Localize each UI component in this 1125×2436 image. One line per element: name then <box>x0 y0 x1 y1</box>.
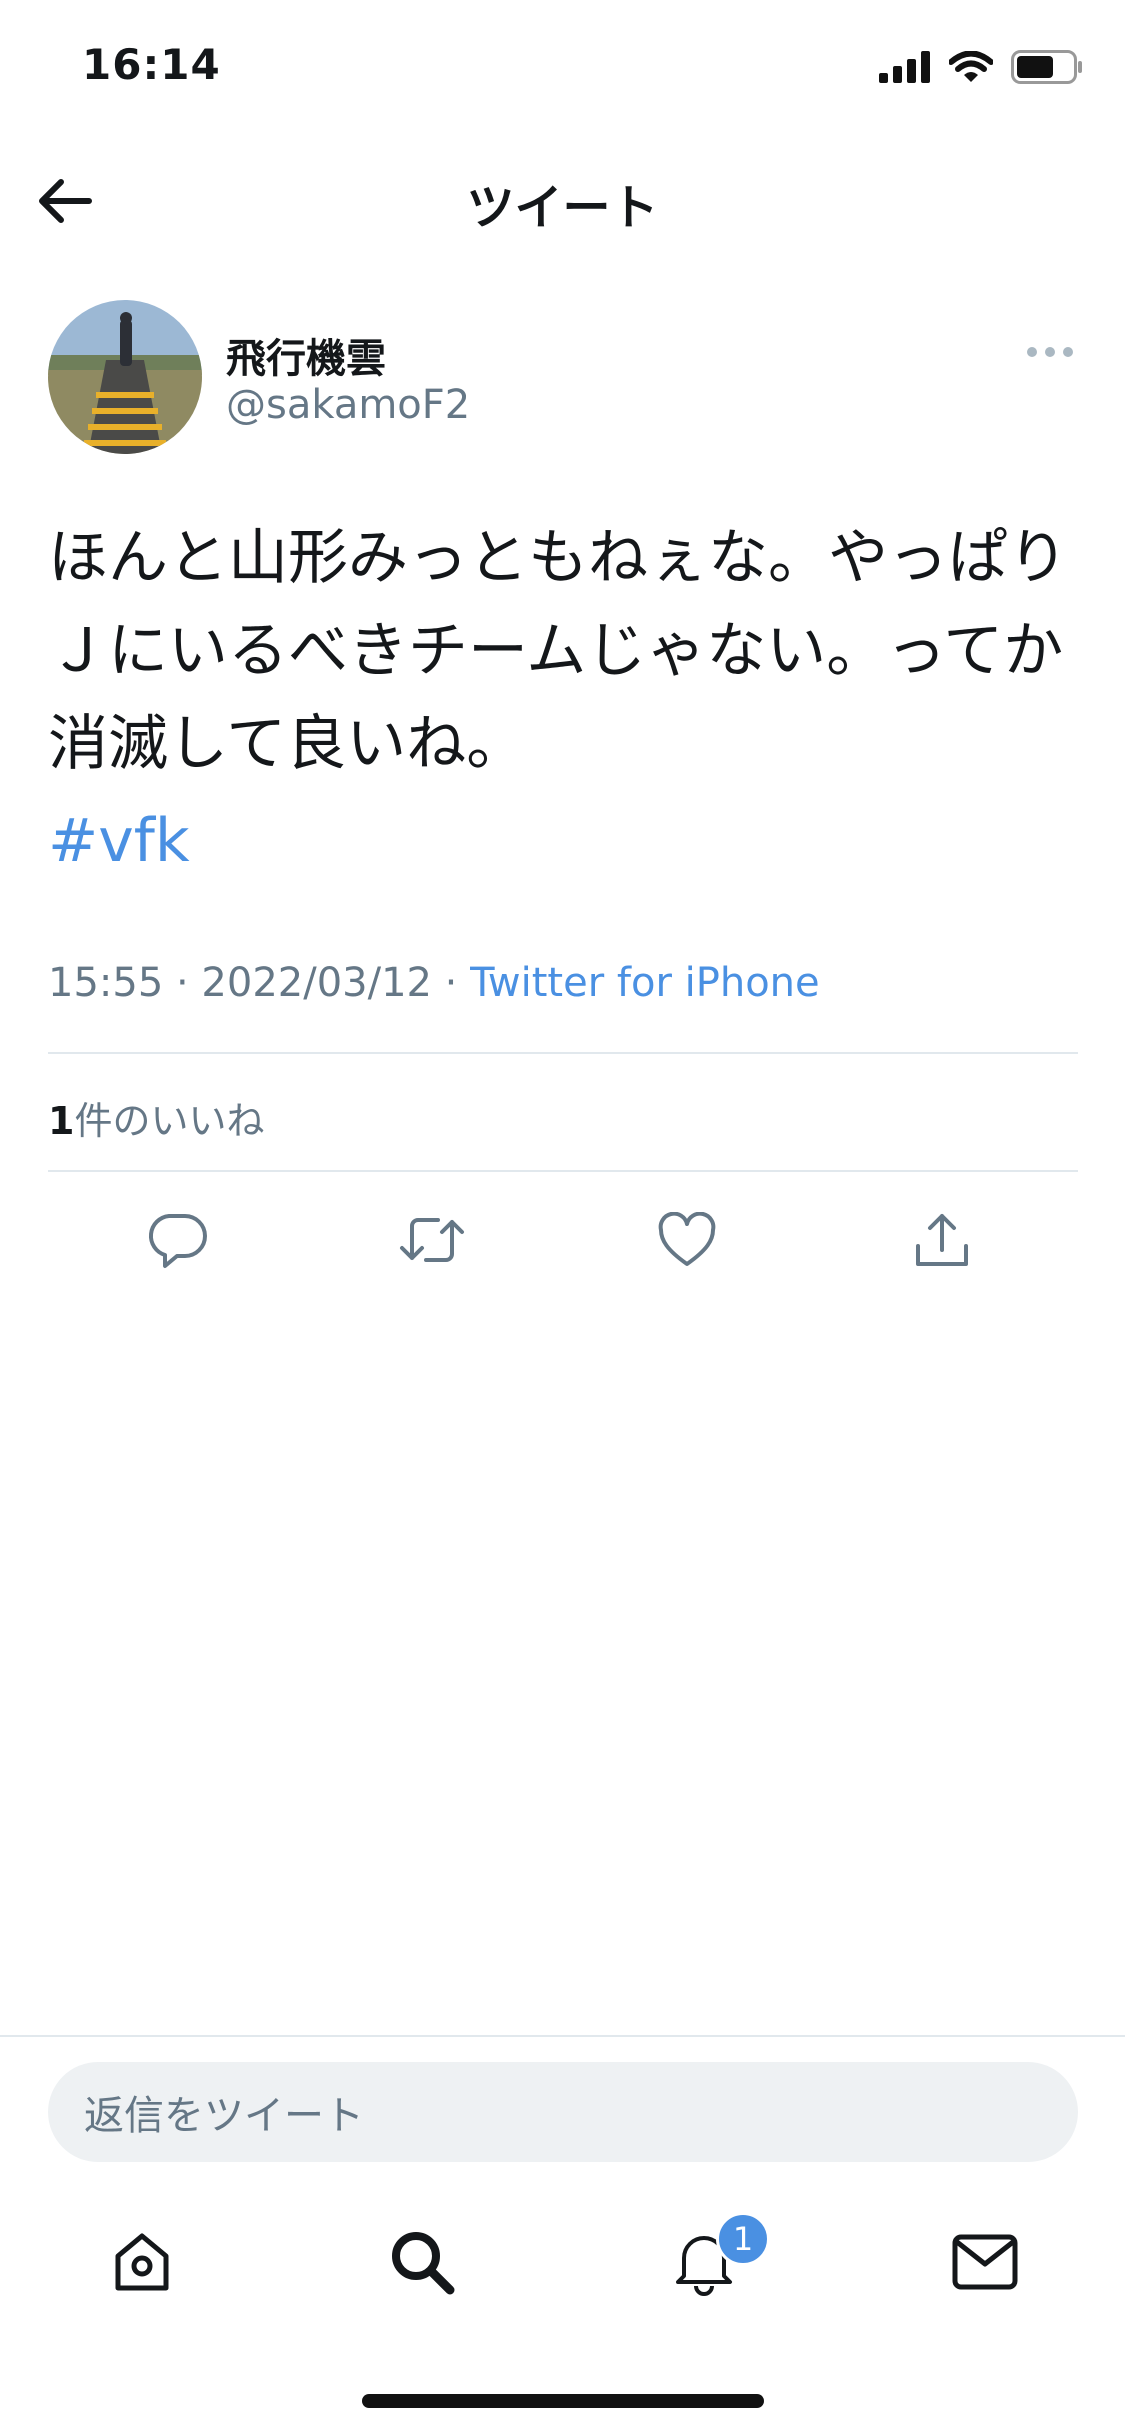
messages-icon <box>952 2234 1018 2290</box>
divider <box>48 1052 1078 1054</box>
likes-count[interactable]: 1件のいいね <box>48 1090 264 1145</box>
tab-messages[interactable] <box>945 2222 1025 2302</box>
tweet-text: ほんと山形みっともねぇな。やっぱりＪにいるべきチームじゃない。ってか消滅して良い… <box>48 523 1068 779</box>
search-icon <box>392 2232 455 2295</box>
notification-badge: 1 <box>716 2212 770 2266</box>
reply-icon <box>148 1214 207 1268</box>
home-icon <box>115 2233 169 2291</box>
reply-input[interactable]: 返信をツイート <box>48 2062 1078 2162</box>
reply-button[interactable] <box>142 1205 212 1275</box>
more-options-icon <box>1027 347 1073 357</box>
divider <box>48 1170 1078 1172</box>
status-time: 16:14 <box>82 40 221 89</box>
page-title: ツイート <box>466 180 659 236</box>
likes-number: 1 <box>48 1099 75 1143</box>
tweet-meta: 15:55 · 2022/03/12 · Twitter for iPhone <box>48 960 820 1006</box>
hashtag-link[interactable]: #vfk <box>48 806 190 876</box>
more-options-button[interactable] <box>1024 340 1076 364</box>
signal-icon <box>879 51 931 87</box>
avatar[interactable] <box>48 300 202 454</box>
share-button[interactable] <box>907 1205 977 1275</box>
retweet-button[interactable] <box>397 1205 467 1275</box>
tab-search[interactable] <box>382 2222 462 2302</box>
display-name[interactable]: 飛行機雲 <box>226 326 386 384</box>
username[interactable]: @sakamoF2 <box>226 382 470 428</box>
like-icon <box>658 1212 716 1266</box>
tab-home[interactable] <box>102 2222 182 2302</box>
composer-divider <box>0 2035 1125 2037</box>
battery-icon <box>1011 50 1083 88</box>
reply-placeholder: 返信をツイート <box>84 2093 364 2139</box>
share-icon <box>916 1214 968 1266</box>
status-icons <box>879 50 1083 88</box>
home-indicator[interactable] <box>362 2394 764 2408</box>
like-button[interactable] <box>652 1205 722 1275</box>
tweet-timestamp: 15:55 · 2022/03/12 · <box>48 960 471 1006</box>
wifi-icon <box>948 50 994 87</box>
tweet-source-link[interactable]: Twitter for iPhone <box>470 960 820 1006</box>
retweet-icon <box>400 1218 464 1262</box>
likes-label: 件のいいね <box>74 1099 265 1143</box>
